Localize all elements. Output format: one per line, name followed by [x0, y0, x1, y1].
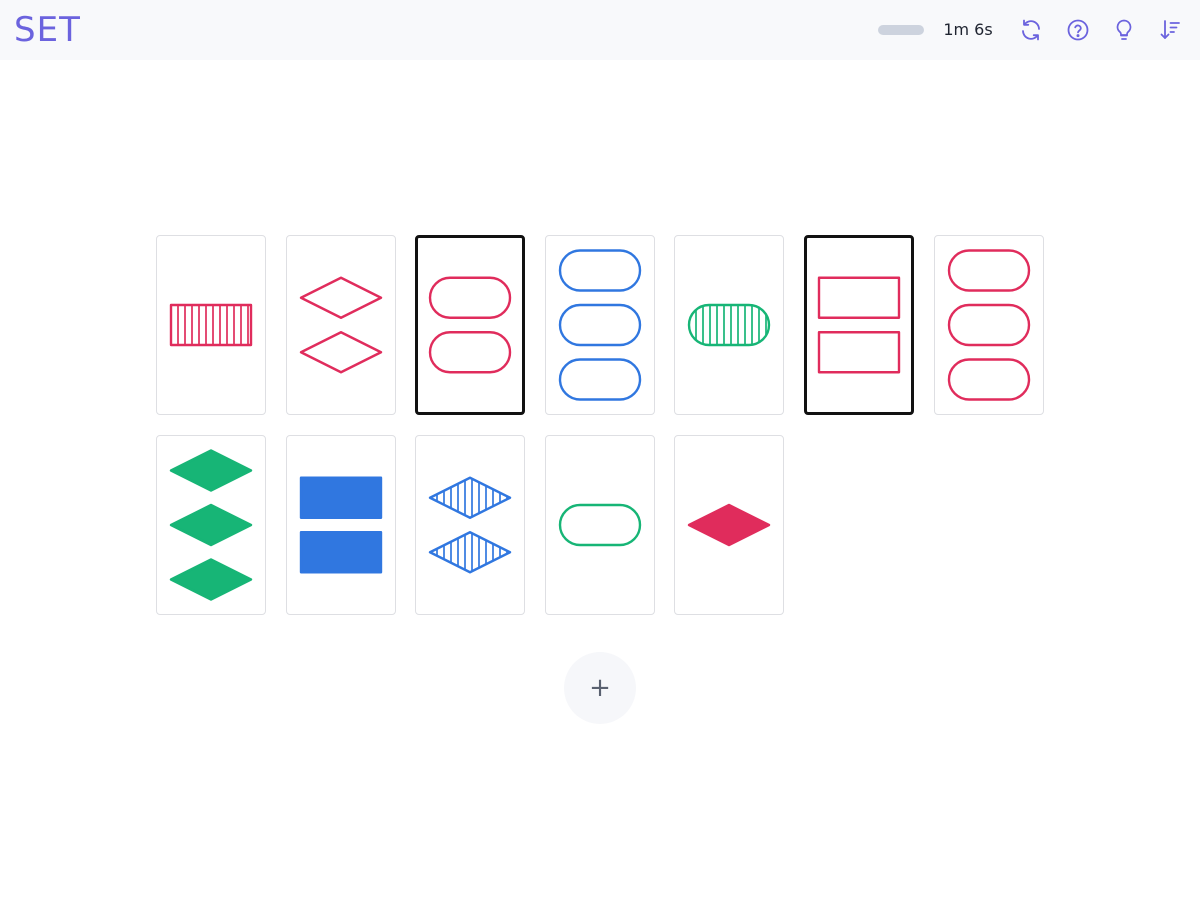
timer-progress-bar — [878, 25, 924, 35]
refresh-button[interactable] — [1018, 17, 1044, 43]
card-symbols — [558, 249, 641, 401]
card-board — [0, 0, 1200, 900]
oval-symbol — [558, 358, 641, 401]
set-card[interactable] — [415, 235, 526, 415]
hint-bulb-icon — [1116, 19, 1132, 40]
oval-symbol — [429, 331, 512, 374]
sort-icon — [1160, 20, 1180, 39]
diamond-symbol — [169, 558, 253, 601]
diamond-symbol — [688, 503, 771, 547]
help-icon — [1067, 19, 1089, 41]
diamond-symbol — [428, 476, 512, 519]
oval-symbol — [429, 276, 512, 319]
card-symbols — [299, 276, 382, 374]
help-button[interactable] — [1065, 17, 1091, 43]
sort-button[interactable] — [1157, 17, 1183, 43]
card-symbols — [429, 276, 512, 374]
card-symbols — [688, 303, 771, 347]
card-symbols — [169, 449, 253, 601]
app-logo: SET — [14, 10, 81, 50]
oval-symbol — [688, 303, 771, 347]
rectangle-symbol — [299, 531, 382, 574]
diamond-symbol — [299, 331, 382, 374]
oval-symbol — [947, 249, 1030, 292]
timer-progress-fill — [878, 25, 924, 35]
set-card[interactable] — [674, 235, 785, 415]
card-symbols — [947, 249, 1030, 401]
rectangle-symbol — [817, 331, 901, 374]
set-card[interactable] — [156, 435, 266, 615]
diamond-symbol — [428, 531, 512, 574]
set-card[interactable] — [156, 235, 266, 415]
card-symbols — [299, 476, 382, 574]
game-timer: 1m 6s — [943, 20, 993, 39]
diamond-symbol — [169, 449, 253, 492]
set-card[interactable] — [285, 435, 396, 615]
oval-symbol — [947, 303, 1030, 347]
card-symbols — [817, 276, 901, 374]
set-card[interactable] — [804, 235, 914, 415]
rectangle-symbol — [169, 303, 253, 347]
rectangle-symbol — [299, 476, 382, 519]
oval-symbol — [558, 249, 641, 292]
rectangle-symbol — [817, 276, 901, 319]
set-card[interactable] — [544, 435, 655, 615]
set-card[interactable] — [674, 435, 785, 615]
set-card[interactable] — [285, 235, 396, 415]
set-card[interactable] — [415, 435, 526, 615]
hint-button[interactable] — [1111, 17, 1137, 43]
oval-symbol — [947, 358, 1030, 401]
card-symbols — [428, 476, 512, 574]
diamond-symbol — [299, 276, 382, 319]
refresh-icon — [1022, 19, 1040, 41]
diamond-symbol — [169, 503, 253, 547]
set-card[interactable] — [544, 235, 655, 415]
card-symbols — [169, 303, 253, 347]
card-symbols — [688, 503, 771, 547]
oval-symbol — [558, 303, 641, 347]
oval-symbol — [558, 503, 641, 547]
add-cards-button[interactable]: + — [564, 652, 636, 724]
set-card[interactable] — [933, 235, 1044, 415]
top-bar: SET 1m 6s — [0, 0, 1200, 60]
card-symbols — [558, 503, 641, 547]
